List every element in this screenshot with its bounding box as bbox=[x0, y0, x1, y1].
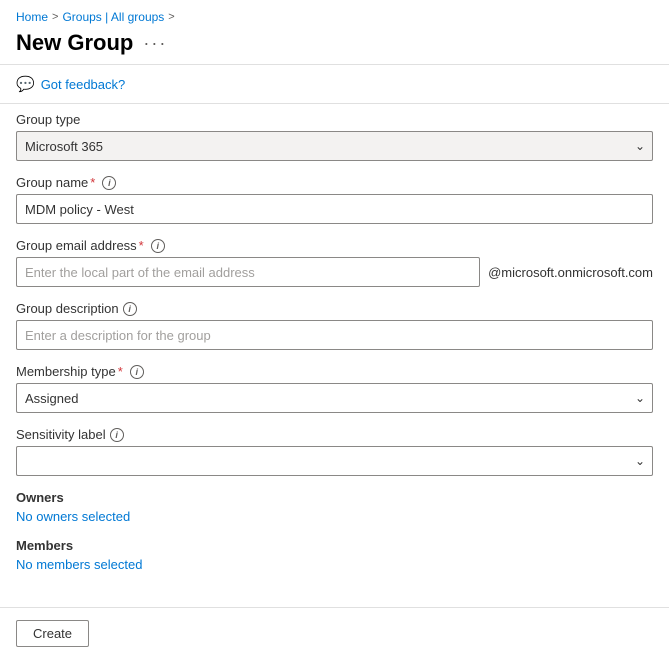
feedback-label: Got feedback? bbox=[41, 77, 126, 92]
group-name-info-icon[interactable]: i bbox=[102, 176, 116, 190]
group-email-info-icon[interactable]: i bbox=[151, 239, 165, 253]
sensitivity-label-dropdown-wrapper: ⌄ bbox=[16, 446, 653, 476]
group-email-input[interactable] bbox=[16, 257, 480, 287]
breadcrumb-groups[interactable]: Groups | All groups bbox=[62, 10, 164, 24]
email-row: @microsoft.onmicrosoft.com bbox=[16, 257, 653, 287]
footer: Create bbox=[0, 607, 669, 659]
breadcrumb: Home > Groups | All groups > bbox=[0, 0, 669, 28]
sensitivity-label-field: Sensitivity label i ⌄ bbox=[16, 427, 653, 476]
membership-type-dropdown-wrapper: AssignedDynamic UserDynamic Device ⌄ bbox=[16, 383, 653, 413]
group-type-dropdown-wrapper: Microsoft 365SecurityMail-enabled securi… bbox=[16, 131, 653, 161]
create-button[interactable]: Create bbox=[16, 620, 89, 647]
group-name-required: * bbox=[90, 175, 95, 190]
group-type-label: Group type bbox=[16, 112, 653, 127]
breadcrumb-home[interactable]: Home bbox=[16, 10, 48, 24]
group-description-info-icon[interactable]: i bbox=[123, 302, 137, 316]
feedback-row[interactable]: 💬 Got feedback? bbox=[0, 65, 669, 103]
group-description-input[interactable] bbox=[16, 320, 653, 350]
group-email-required: * bbox=[139, 238, 144, 253]
feedback-icon: 💬 bbox=[16, 75, 35, 93]
email-input-wrapper bbox=[16, 257, 480, 287]
members-label: Members bbox=[16, 538, 653, 553]
membership-type-label: Membership type * i bbox=[16, 364, 653, 379]
group-description-field: Group description i bbox=[16, 301, 653, 350]
group-email-label: Group email address * i bbox=[16, 238, 653, 253]
sensitivity-label-select[interactable] bbox=[16, 446, 653, 476]
content-area: Group type Microsoft 365SecurityMail-ena… bbox=[0, 104, 669, 607]
group-description-label: Group description i bbox=[16, 301, 653, 316]
group-name-field: Group name * i bbox=[16, 175, 653, 224]
group-type-field: Group type Microsoft 365SecurityMail-ena… bbox=[16, 112, 653, 161]
page-title: New Group bbox=[16, 30, 133, 56]
group-type-select[interactable]: Microsoft 365SecurityMail-enabled securi… bbox=[16, 131, 653, 161]
page-wrapper: Home > Groups | All groups > New Group ·… bbox=[0, 0, 669, 659]
sensitivity-label-label: Sensitivity label i bbox=[16, 427, 653, 442]
more-options-icon[interactable]: ··· bbox=[143, 33, 167, 54]
group-name-input[interactable] bbox=[16, 194, 653, 224]
group-name-label: Group name * i bbox=[16, 175, 653, 190]
no-owners-link[interactable]: No owners selected bbox=[16, 509, 130, 524]
membership-type-required: * bbox=[118, 364, 123, 379]
page-title-row: New Group ··· bbox=[0, 28, 669, 64]
owners-section: Owners No owners selected bbox=[16, 490, 653, 524]
sensitivity-label-info-icon[interactable]: i bbox=[110, 428, 124, 442]
membership-type-info-icon[interactable]: i bbox=[130, 365, 144, 379]
breadcrumb-sep2: > bbox=[168, 11, 174, 23]
membership-type-select[interactable]: AssignedDynamic UserDynamic Device bbox=[16, 383, 653, 413]
no-members-link[interactable]: No members selected bbox=[16, 557, 142, 572]
email-domain: @microsoft.onmicrosoft.com bbox=[488, 265, 653, 280]
membership-type-field: Membership type * i AssignedDynamic User… bbox=[16, 364, 653, 413]
breadcrumb-sep1: > bbox=[52, 11, 58, 23]
group-email-field: Group email address * i @microsoft.onmic… bbox=[16, 238, 653, 287]
owners-label: Owners bbox=[16, 490, 653, 505]
members-section: Members No members selected bbox=[16, 538, 653, 572]
